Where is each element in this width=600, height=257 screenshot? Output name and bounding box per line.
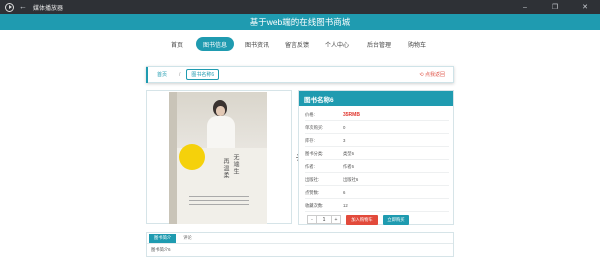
breadcrumb: 首页 / 图书名称6 ⟲ 点我返回 xyxy=(146,66,454,83)
site-title: 基于web端的在线图书商城 xyxy=(249,17,351,27)
increment-button[interactable]: + xyxy=(331,215,341,224)
detail-row-author: 作者: 作者6 xyxy=(305,161,449,173)
close-button[interactable]: ✕ xyxy=(570,0,600,14)
cover-title-2: 再温柔 xyxy=(222,158,228,179)
cover-title-1: 无端生 xyxy=(232,154,238,175)
decrement-button[interactable]: - xyxy=(307,215,317,224)
back-link[interactable]: ⟲ 点我返回 xyxy=(419,71,445,78)
nav-item-book-info[interactable]: 图书信息 xyxy=(196,37,234,51)
breadcrumb-separator: / xyxy=(179,71,181,78)
quantity-input[interactable]: 1 xyxy=(317,215,331,224)
back-arrow-icon[interactable]: ← xyxy=(19,3,27,11)
nav-item-admin[interactable]: 后台管理 xyxy=(362,37,396,51)
category-label: 图书分类: xyxy=(305,150,324,156)
likes-value: 6 xyxy=(343,190,346,195)
cover-person-face xyxy=(216,106,225,116)
likes-label: 点赞数: xyxy=(305,189,320,195)
quantity-stepper: - 1 + xyxy=(307,215,341,224)
cover-badge xyxy=(179,144,205,170)
breadcrumb-accent xyxy=(146,67,148,83)
cover-person xyxy=(207,116,235,148)
tab-row: 图书简介 评论 xyxy=(147,233,453,244)
breadcrumb-current: 图书名称6 xyxy=(186,69,220,80)
book-cover-image: 无端生 再温柔 xyxy=(169,92,267,224)
nav-item-feedback[interactable]: 留言反馈 xyxy=(280,37,314,51)
site-header: 基于web端的在线图书商城 xyxy=(0,14,600,30)
window-controls: – ❐ ✕ xyxy=(510,0,600,14)
favorites-value: 12 xyxy=(343,203,348,208)
detail-row-category: 图书分类: 类型6 xyxy=(305,148,449,160)
maximize-button[interactable]: ❐ xyxy=(540,0,570,14)
book-tabs-panel: 图书简介 评论 图书简介6 xyxy=(146,232,454,257)
author-label: 作者: xyxy=(305,163,315,169)
add-to-cart-button[interactable]: 加入购物车 xyxy=(346,215,378,225)
publisher-value: 出版社6 xyxy=(343,176,359,182)
buy-now-button[interactable]: 立即购买 xyxy=(383,215,409,225)
window-title: 媒体播放器 xyxy=(33,5,64,12)
book-spine xyxy=(169,92,177,224)
detail-row-price: 价格: 35RMB xyxy=(305,109,449,121)
nav-item-user-center[interactable]: 个人中心 xyxy=(320,37,354,51)
tab-book-intro[interactable]: 图书简介 xyxy=(149,233,177,243)
detail-row-favorites: 收藏次数: 12 xyxy=(305,200,449,212)
price-label: 价格: xyxy=(305,111,315,117)
price-value: 35RMB xyxy=(343,111,360,118)
nav-item-cart[interactable]: 购物车 xyxy=(402,37,432,51)
favorites-label: 收藏次数: xyxy=(305,202,324,208)
tab-comments[interactable]: 评论 xyxy=(178,234,197,243)
book-intro-text: 图书简介6 xyxy=(151,247,171,252)
single-purchase-label: 单次购买: xyxy=(305,124,324,130)
detail-title: 图书名称6 xyxy=(299,91,453,106)
detail-row-likes: 点赞数: 6 xyxy=(305,187,449,199)
detail-row-stock: 库存: 3 xyxy=(305,135,449,147)
detail-row-single-purchase: 单次购买: 0 xyxy=(305,122,449,134)
single-purchase-value: 0 xyxy=(343,125,346,130)
main-nav: 首页 图书信息 图书资讯 留言反馈 个人中心 后台管理 购物车 xyxy=(0,30,600,58)
nav-item-book-news[interactable]: 图书资讯 xyxy=(240,37,274,51)
book-detail-panel: 图书名称6 价格: 35RMB 单次购买: 0 库存: 3 图书分类: 类型6 … xyxy=(298,90,454,225)
category-value: 类型6 xyxy=(343,150,354,156)
window-titlebar: ← 媒体播放器 – ❐ ✕ xyxy=(0,0,600,14)
media-player-icon xyxy=(5,2,14,12)
minimize-button[interactable]: – xyxy=(510,0,540,14)
cover-text-lines xyxy=(189,196,249,210)
publisher-label: 出版社: xyxy=(305,176,320,182)
stock-value: 3 xyxy=(343,138,346,143)
nav-item-home[interactable]: 首页 xyxy=(165,37,189,51)
breadcrumb-home-link[interactable]: 首页 xyxy=(157,71,167,78)
detail-row-publisher: 出版社: 出版社6 xyxy=(305,174,449,186)
cover-photo xyxy=(177,92,267,148)
author-value: 作者6 xyxy=(343,163,354,169)
book-image-panel: 无端生 再温柔 xyxy=(146,90,292,224)
stock-label: 库存: xyxy=(305,137,315,143)
